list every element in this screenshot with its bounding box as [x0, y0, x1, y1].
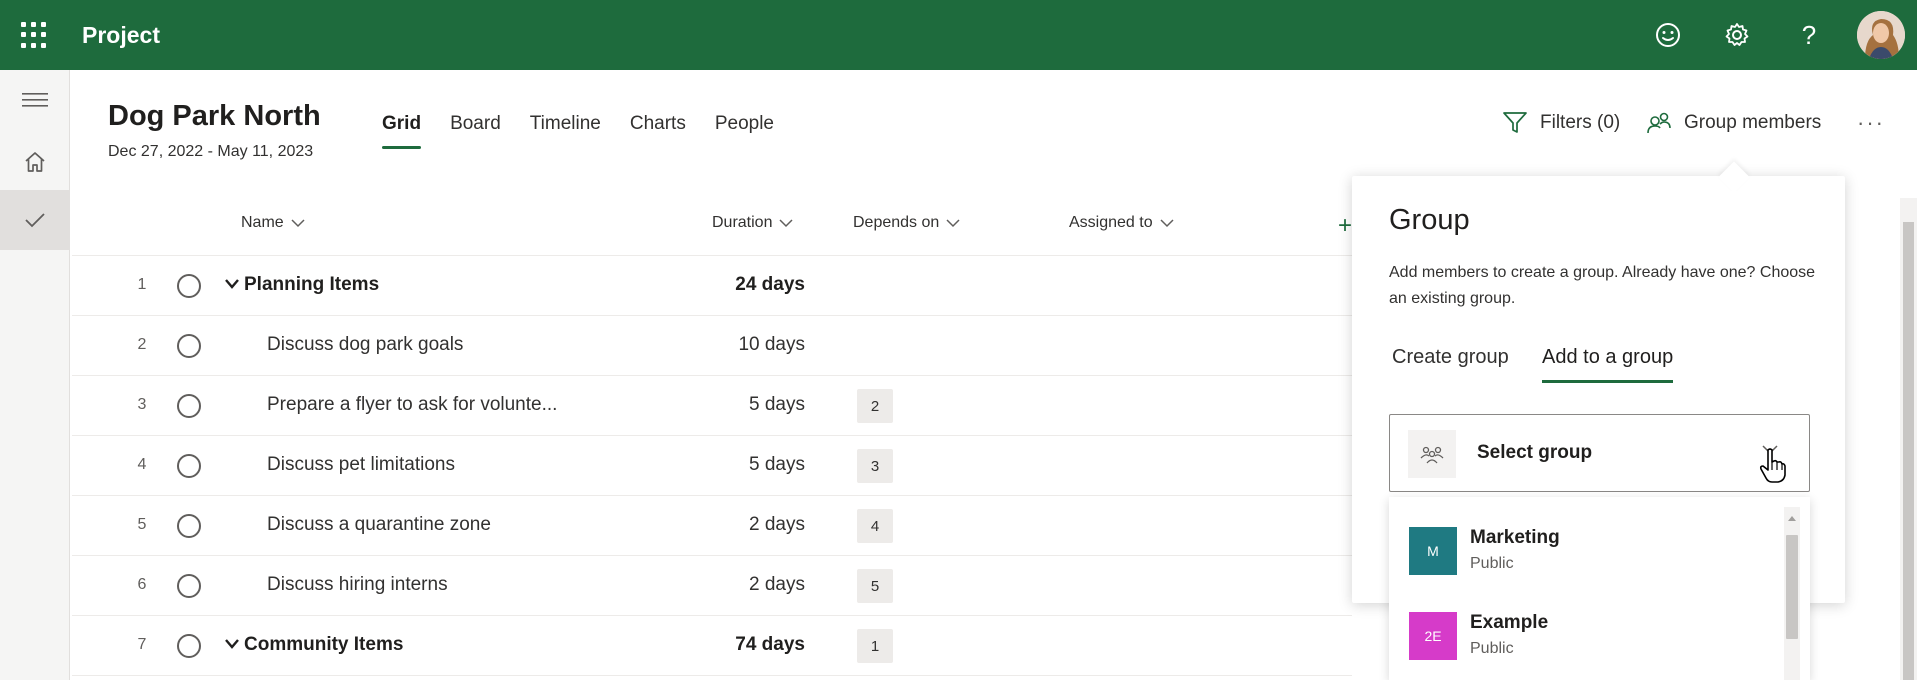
- group-members-icon: [1646, 111, 1672, 135]
- panel-description: Add members to create a group. Already h…: [1389, 264, 1816, 307]
- task-name[interactable]: Discuss hiring interns: [267, 574, 448, 596]
- filters-button[interactable]: Filters (0): [1502, 111, 1620, 135]
- task-duration[interactable]: 74 days: [672, 634, 805, 656]
- my-tasks-check-icon[interactable]: [0, 190, 70, 250]
- tab-board[interactable]: Board: [450, 113, 501, 149]
- chevron-down-icon: [946, 219, 960, 228]
- tab-charts[interactable]: Charts: [630, 113, 686, 149]
- column-header-name[interactable]: Name: [241, 214, 306, 232]
- task-name[interactable]: Planning Items: [244, 274, 379, 296]
- column-header-name-label: Name: [241, 214, 284, 231]
- column-header-assigned-to[interactable]: Assigned to: [1069, 214, 1175, 232]
- page-scrollbar-thumb[interactable]: [1903, 222, 1914, 680]
- task-name[interactable]: Discuss a quarantine zone: [267, 514, 491, 536]
- group-avatar: M: [1409, 527, 1457, 575]
- group-option-example[interactable]: 2E Example Public: [1409, 612, 1769, 678]
- task-name[interactable]: Prepare a flyer to ask for volunte...: [267, 394, 557, 416]
- table-row[interactable]: 3 Prepare a flyer to ask for volunte... …: [72, 376, 1352, 436]
- tab-people[interactable]: People: [715, 113, 774, 149]
- chevron-down-icon: [1160, 219, 1174, 228]
- add-column-button[interactable]: +: [1338, 212, 1352, 240]
- collapse-chevron-icon[interactable]: [224, 277, 240, 291]
- dropdown-scrollbar-thumb[interactable]: [1786, 535, 1798, 639]
- table-row[interactable]: 1 Planning Items 24 days: [72, 256, 1352, 316]
- tab-timeline[interactable]: Timeline: [530, 113, 601, 149]
- chevron-down-icon: [291, 219, 305, 228]
- group-members-label: Group members: [1684, 112, 1822, 133]
- depends-on-badge[interactable]: 3: [857, 449, 893, 483]
- task-complete-checkbox[interactable]: [177, 334, 201, 358]
- table-row[interactable]: 4 Discuss pet limitations 5 days 3: [72, 436, 1352, 496]
- user-avatar[interactable]: [1857, 11, 1905, 59]
- table-row[interactable]: 7 Community Items 74 days 1: [72, 616, 1352, 676]
- project-title: Dog Park North: [108, 100, 321, 132]
- column-header-assigned-label: Assigned to: [1069, 214, 1153, 231]
- smiley-feedback-icon[interactable]: [1651, 18, 1685, 52]
- tab-add-to-a-group[interactable]: Add to a group: [1542, 346, 1674, 383]
- column-header-depends-label: Depends on: [853, 214, 940, 231]
- task-duration[interactable]: 10 days: [672, 334, 805, 356]
- depends-on-badge[interactable]: 1: [857, 629, 893, 663]
- task-duration[interactable]: 5 days: [672, 454, 805, 476]
- group-option-visibility: Public: [1470, 640, 1514, 657]
- collapse-chevron-icon[interactable]: [224, 637, 240, 651]
- group-options-list: M Marketing Public 2E Example Public: [1389, 497, 1810, 680]
- task-duration[interactable]: 2 days: [672, 574, 805, 596]
- filters-label: Filters (0): [1540, 112, 1621, 133]
- tab-create-group[interactable]: Create group: [1392, 346, 1509, 383]
- task-name[interactable]: Community Items: [244, 634, 403, 656]
- table-row[interactable]: 6 Discuss hiring interns 2 days 5: [72, 556, 1352, 616]
- hand-pointer-cursor-icon: [1759, 448, 1786, 483]
- hamburger-menu-icon[interactable]: [0, 70, 70, 130]
- app-title[interactable]: Project: [82, 22, 160, 49]
- group-icon: [1408, 430, 1456, 478]
- select-group-dropdown[interactable]: Select group: [1389, 414, 1810, 492]
- task-complete-checkbox[interactable]: [177, 274, 201, 298]
- task-complete-checkbox[interactable]: [177, 514, 201, 538]
- gear-icon[interactable]: [1720, 18, 1754, 52]
- column-header-duration-label: Duration: [712, 214, 773, 231]
- column-header-depends-on[interactable]: Depends on: [853, 214, 961, 232]
- help-icon[interactable]: ?: [1792, 18, 1826, 52]
- left-rail: [0, 70, 70, 680]
- scroll-up-icon[interactable]: [1784, 511, 1800, 525]
- dropdown-scrollbar[interactable]: [1784, 507, 1800, 680]
- group-avatar: 2E: [1409, 612, 1457, 660]
- home-icon[interactable]: [0, 132, 70, 192]
- task-complete-checkbox[interactable]: [177, 394, 201, 418]
- task-name[interactable]: Discuss dog park goals: [267, 334, 463, 356]
- filter-funnel-icon: [1502, 111, 1528, 135]
- more-options-icon[interactable]: ···: [1857, 110, 1885, 136]
- task-complete-checkbox[interactable]: [177, 574, 201, 598]
- app-header: Project ?: [0, 0, 1917, 70]
- waffle-icon[interactable]: [21, 22, 47, 48]
- depends-on-badge[interactable]: 5: [857, 569, 893, 603]
- group-option-marketing[interactable]: M Marketing Public: [1409, 527, 1769, 593]
- column-header-duration[interactable]: Duration: [712, 214, 794, 232]
- depends-on-badge[interactable]: 4: [857, 509, 893, 543]
- page-scrollbar[interactable]: [1900, 198, 1917, 680]
- table-row[interactable]: 5 Discuss a quarantine zone 2 days 4: [72, 496, 1352, 556]
- depends-on-badge[interactable]: 2: [857, 389, 893, 423]
- task-duration[interactable]: 5 days: [672, 394, 805, 416]
- task-complete-checkbox[interactable]: [177, 634, 201, 658]
- task-name[interactable]: Discuss pet limitations: [267, 454, 455, 476]
- table-row[interactable]: 2 Discuss dog park goals 10 days: [72, 316, 1352, 376]
- task-duration[interactable]: 2 days: [672, 514, 805, 536]
- project-dates: Dec 27, 2022 - May 11, 2023: [108, 143, 314, 160]
- panel-title: Group: [1389, 204, 1470, 236]
- tab-grid[interactable]: Grid: [382, 113, 422, 149]
- view-tabs: Grid Board Timeline Charts People: [382, 113, 803, 149]
- group-option-name: Example: [1470, 612, 1549, 633]
- chevron-down-icon: [779, 219, 794, 228]
- group-option-visibility: Public: [1470, 555, 1514, 572]
- select-group-label: Select group: [1477, 442, 1593, 463]
- group-members-button[interactable]: Group members: [1646, 111, 1821, 135]
- row-divider: [72, 675, 1352, 676]
- task-complete-checkbox[interactable]: [177, 454, 201, 478]
- group-option-name: Marketing: [1470, 527, 1560, 548]
- task-duration[interactable]: 24 days: [672, 274, 805, 296]
